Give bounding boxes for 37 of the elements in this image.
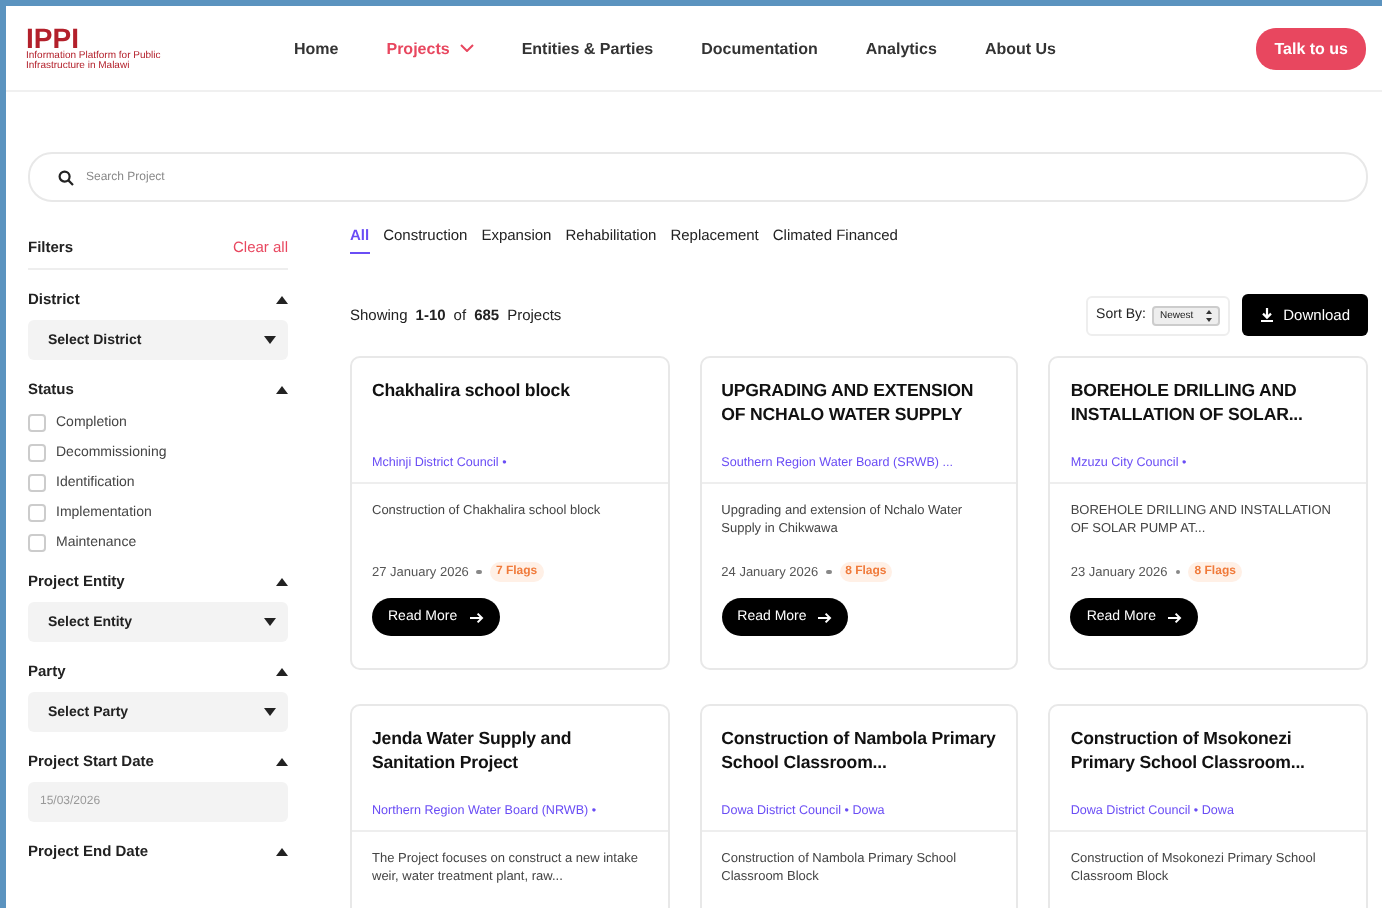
caret-icon[interactable] bbox=[276, 847, 288, 855]
checkbox[interactable] bbox=[28, 444, 46, 462]
download-icon bbox=[1259, 308, 1274, 322]
caret-icon[interactable] bbox=[264, 618, 276, 626]
nav-link[interactable]: About Us bbox=[984, 39, 1056, 57]
caret-icon[interactable] bbox=[276, 577, 288, 585]
nav-link[interactable]: Projects bbox=[386, 39, 474, 57]
caret-icon[interactable] bbox=[264, 708, 276, 716]
caret-icon[interactable] bbox=[276, 667, 288, 675]
separator-dot bbox=[826, 569, 832, 575]
talk-button[interactable]: Talk to us bbox=[1256, 27, 1366, 69]
nav-link[interactable]: Documentation bbox=[701, 39, 818, 57]
search-icon bbox=[58, 169, 74, 185]
arrow-icon bbox=[1167, 611, 1182, 623]
card-title[interactable]: Jenda Water Supply and Sanitation Project bbox=[372, 726, 648, 774]
caret-icon[interactable] bbox=[264, 336, 276, 344]
arrow-icon bbox=[469, 611, 484, 623]
card-title[interactable]: Chakhalira school block bbox=[372, 378, 648, 402]
card-title[interactable]: Construction of Nambola Primary School Classroom... bbox=[721, 726, 997, 774]
separator-dot bbox=[1175, 569, 1181, 575]
card-title[interactable]: Construction of Msokonezi Primary School Classroom... bbox=[1070, 726, 1346, 774]
stepper-icon bbox=[1205, 309, 1212, 321]
checkbox[interactable] bbox=[28, 504, 46, 522]
checkbox[interactable] bbox=[28, 534, 46, 552]
logo[interactable]: IPPI bbox=[26, 23, 266, 51]
nav-link[interactable]: Entities & Parties bbox=[521, 39, 654, 57]
card-title[interactable]: BOREHOLE DRILLING AND INSTALLATION OF SOLAR... bbox=[1070, 378, 1346, 426]
arrow-icon bbox=[818, 611, 833, 623]
nav-link[interactable]: Home bbox=[294, 39, 339, 57]
separator-dot bbox=[476, 569, 482, 575]
caret-icon[interactable] bbox=[276, 757, 288, 765]
nav-link[interactable]: Analytics bbox=[865, 39, 937, 57]
checkbox[interactable] bbox=[28, 474, 46, 492]
caret-icon[interactable] bbox=[276, 385, 288, 393]
caret-icon[interactable] bbox=[276, 295, 288, 303]
card-title[interactable]: UPGRADING AND EXTENSION OF NCHALO WATER SUPPLY bbox=[721, 378, 997, 426]
checkbox[interactable] bbox=[28, 414, 46, 432]
